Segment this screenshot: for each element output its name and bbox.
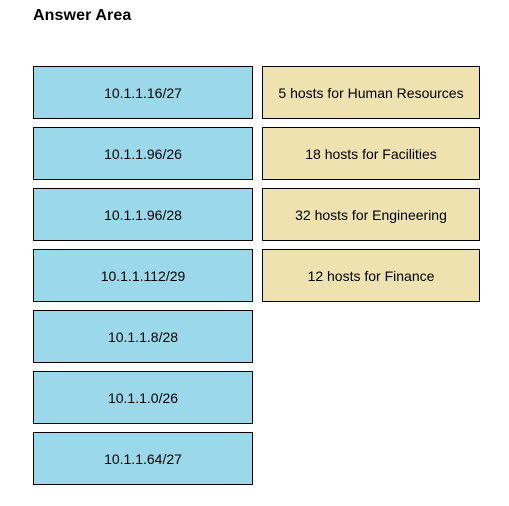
host-requirement-tile[interactable]: 18 hosts for Facilities <box>262 127 480 180</box>
subnet-option-tile[interactable]: 10.1.1.96/28 <box>33 188 253 241</box>
subnet-option-tile[interactable]: 10.1.1.112/29 <box>33 249 253 302</box>
host-requirement-tile[interactable]: 32 hosts for Engineering <box>262 188 480 241</box>
subnet-option-tile[interactable]: 10.1.1.8/28 <box>33 310 253 363</box>
subnet-options-column: 10.1.1.16/27 10.1.1.96/26 10.1.1.96/28 1… <box>33 66 253 485</box>
subnet-option-tile[interactable]: 10.1.1.0/26 <box>33 371 253 424</box>
subnet-option-tile[interactable]: 10.1.1.96/26 <box>33 127 253 180</box>
host-requirement-tile[interactable]: 12 hosts for Finance <box>262 249 480 302</box>
subnet-option-tile[interactable]: 10.1.1.16/27 <box>33 66 253 119</box>
answer-area-board: 10.1.1.16/27 10.1.1.96/26 10.1.1.96/28 1… <box>0 0 509 506</box>
host-requirement-tile[interactable]: 5 hosts for Human Resources <box>262 66 480 119</box>
subnet-option-tile[interactable]: 10.1.1.64/27 <box>33 432 253 485</box>
host-requirements-column: 5 hosts for Human Resources 18 hosts for… <box>262 66 480 302</box>
